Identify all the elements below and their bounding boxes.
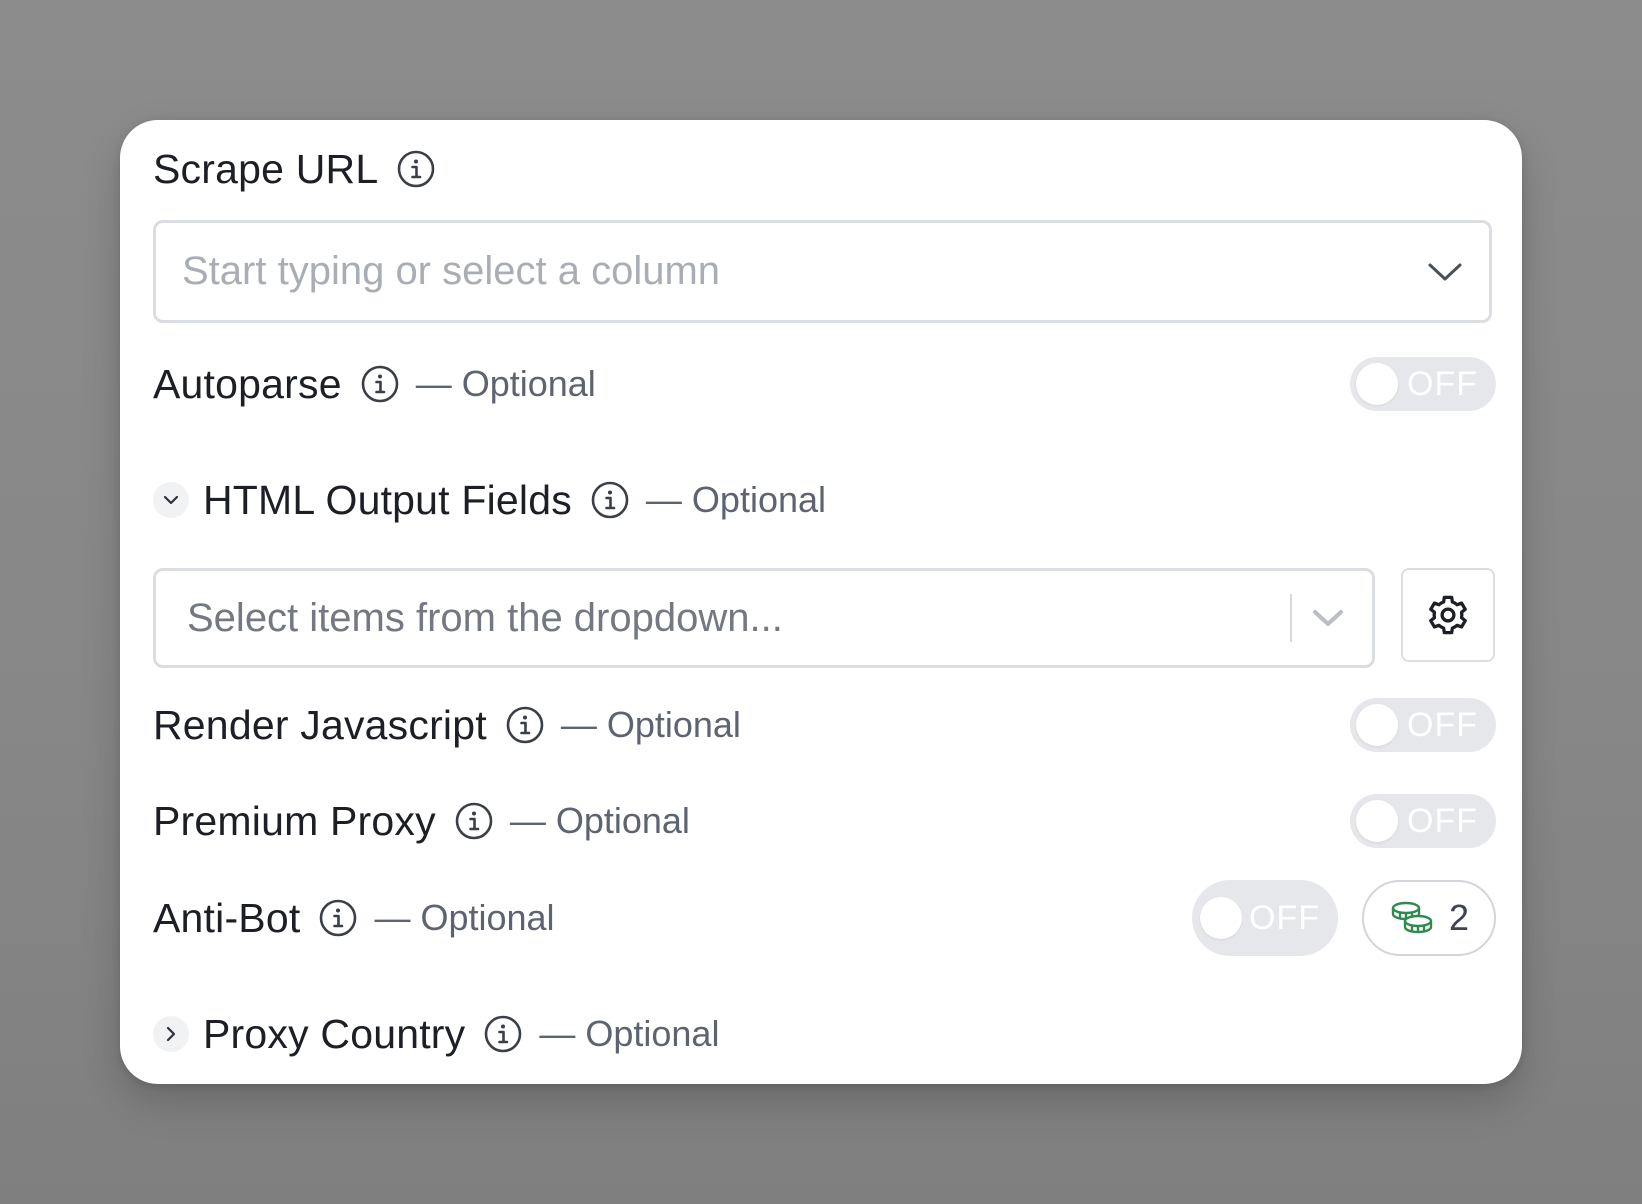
anti-bot-label: Anti-Bot (153, 894, 301, 941)
expand-toggle[interactable] (153, 1016, 189, 1052)
html-output-fields-select[interactable]: Select items from the dropdown... (153, 568, 1375, 668)
toggle-knob (1356, 704, 1398, 746)
coins-icon (1391, 901, 1433, 934)
autoparse-label: Autoparse (153, 360, 342, 407)
collapse-toggle[interactable] (153, 482, 189, 518)
toggle-state: OFF (1407, 365, 1478, 403)
info-icon[interactable] (318, 898, 358, 938)
render-javascript-toggle[interactable]: OFF (1350, 698, 1496, 752)
optional-label: — Optional (415, 363, 596, 404)
credit-cost-badge[interactable]: 2 (1362, 880, 1496, 956)
scrape-url-label: Scrape URL (153, 145, 379, 192)
anti-bot-toggle[interactable]: OFF (1192, 880, 1338, 956)
optional-label: — Optional (645, 479, 827, 520)
toggle-knob (1356, 800, 1398, 842)
credit-cost-value: 2 (1448, 897, 1470, 938)
toggle-knob (1200, 897, 1242, 939)
scrape-url-placeholder: Start typing or select a column (182, 249, 721, 293)
toggle-state: OFF (1249, 899, 1320, 937)
toggle-knob (1356, 363, 1398, 405)
gear-icon (1429, 595, 1467, 635)
anti-bot-row: Anti-Bot — Optional OFF 2 (153, 878, 1496, 958)
chevron-down-icon[interactable] (1415, 242, 1475, 302)
html-output-fields-row: HTML Output Fields — Optional (153, 472, 1496, 528)
chevron-right-icon (166, 1026, 176, 1042)
render-javascript-label: Render Javascript (153, 701, 487, 748)
optional-label: — Optional (509, 800, 690, 841)
optional-label: — Optional (539, 1013, 720, 1054)
autoparse-row: Autoparse — Optional OFF (153, 356, 1496, 412)
optional-label: — Optional (374, 897, 555, 938)
premium-proxy-label: Premium Proxy (153, 797, 436, 844)
chevron-down-icon[interactable] (1298, 588, 1358, 648)
select-divider (1290, 594, 1292, 642)
proxy-country-label: Proxy Country (203, 1010, 466, 1057)
info-icon[interactable] (396, 149, 436, 189)
premium-proxy-toggle[interactable]: OFF (1350, 794, 1496, 848)
scrape-url-row: Scrape URL (153, 140, 1496, 198)
info-icon[interactable] (360, 364, 400, 404)
info-icon[interactable] (454, 801, 494, 841)
info-icon[interactable] (483, 1014, 523, 1054)
chevron-down-icon (163, 495, 179, 505)
settings-button[interactable] (1401, 568, 1495, 662)
proxy-country-row: Proxy Country — Optional (153, 1006, 1496, 1062)
toggle-state: OFF (1407, 706, 1478, 744)
render-javascript-row: Render Javascript — Optional OFF (153, 697, 1496, 753)
premium-proxy-row: Premium Proxy — Optional OFF (153, 793, 1496, 849)
autoparse-toggle[interactable]: OFF (1350, 357, 1496, 411)
info-icon[interactable] (505, 705, 545, 745)
html-output-fields-placeholder: Select items from the dropdown... (187, 595, 783, 640)
optional-label: — Optional (560, 704, 741, 745)
scrape-url-select[interactable]: Start typing or select a column (153, 220, 1492, 323)
html-output-fields-label: HTML Output Fields (203, 476, 572, 523)
toggle-state: OFF (1407, 802, 1478, 840)
settings-card: Scrape URL Start typing or select a colu… (120, 120, 1522, 1084)
info-icon[interactable] (590, 480, 630, 520)
